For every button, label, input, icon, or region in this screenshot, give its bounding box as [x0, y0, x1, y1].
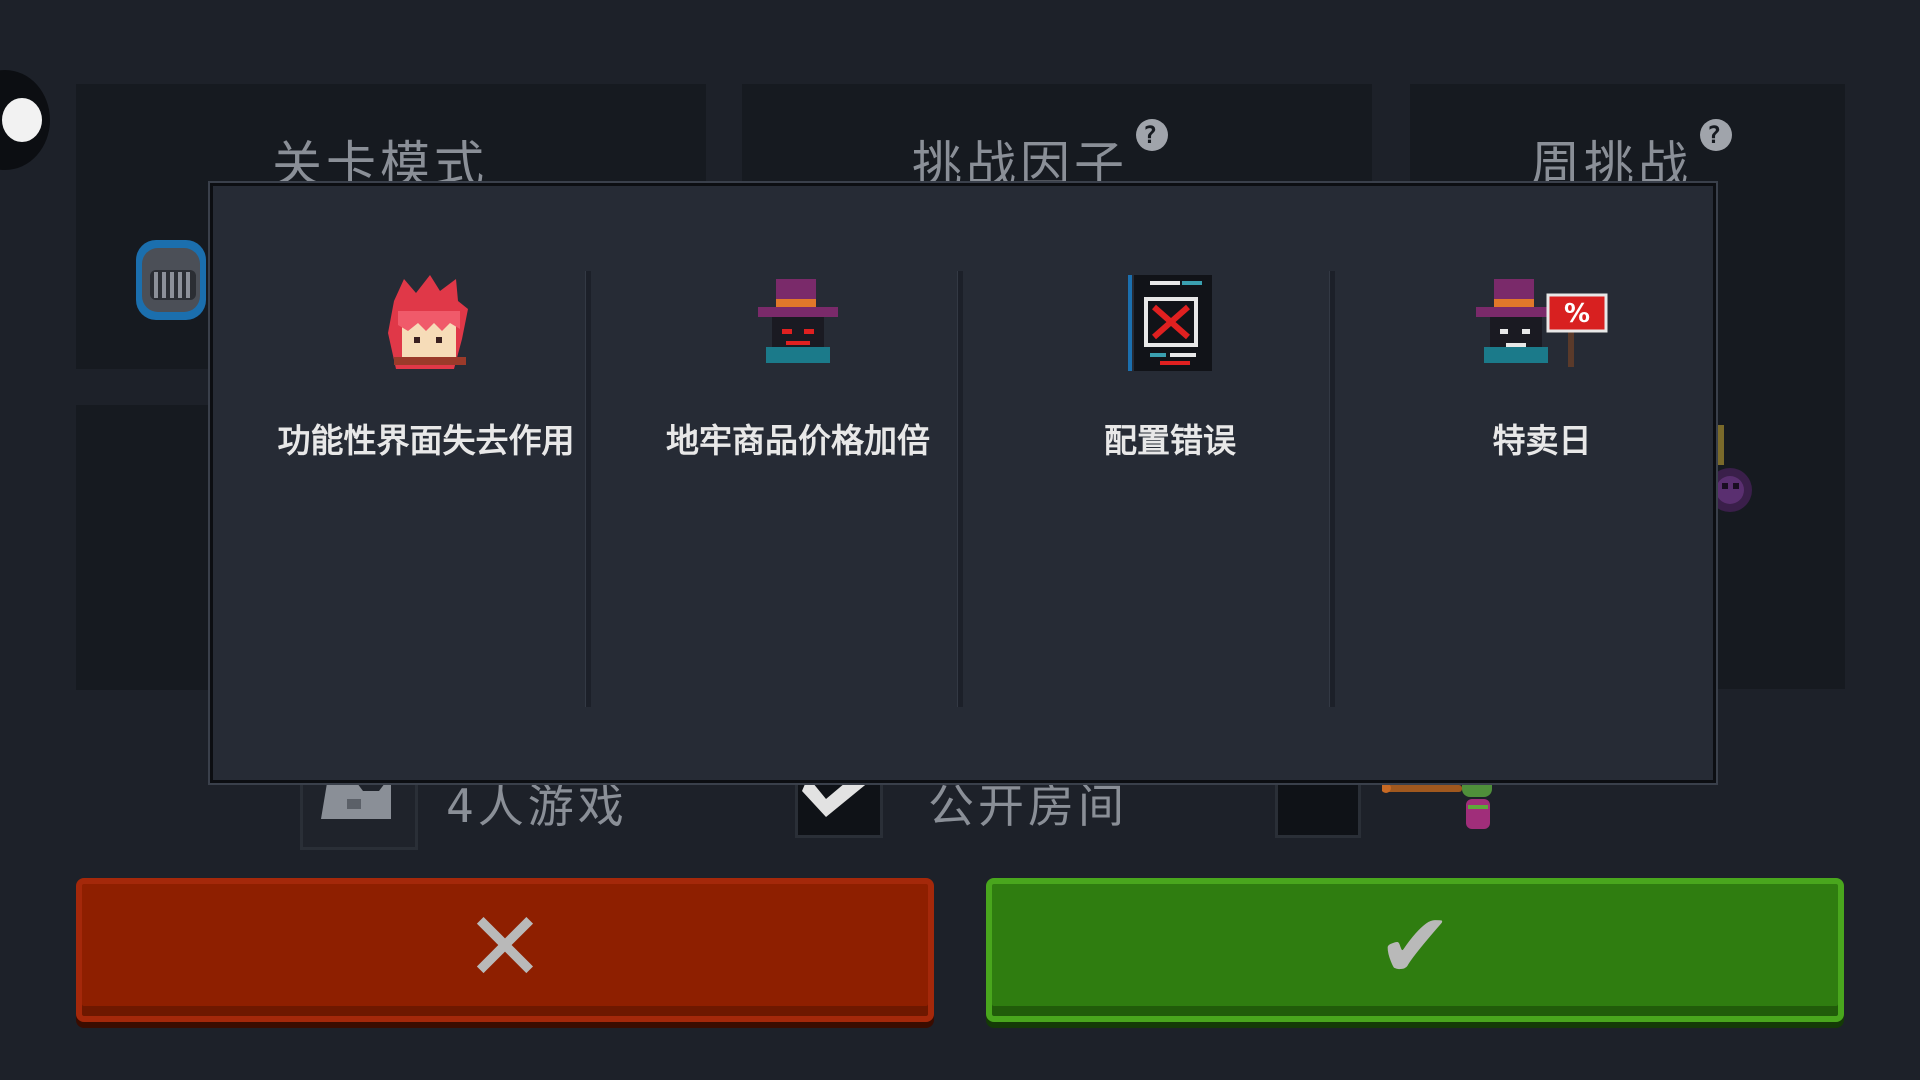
toggle-knob	[2, 98, 42, 142]
config-error-screen-icon	[1128, 275, 1212, 371]
factor-label-2: 地牢商品价格加倍	[666, 421, 930, 460]
factor-label-1: 功能性界面失去作用	[277, 421, 575, 460]
card-divider	[957, 271, 963, 707]
left-edge-toggle[interactable]	[0, 70, 50, 170]
factor-label-4: 特卖日	[1492, 421, 1592, 460]
card-divider	[1329, 271, 1335, 707]
factor-card-4[interactable]: % 特卖日	[1357, 271, 1727, 711]
factor-label-3: 配置错误	[1104, 421, 1236, 460]
challenge-factor-modal: 功能性界面失去作用 地牢商品价格加倍 配置错误 % 特卖日	[210, 183, 1716, 783]
check-icon: ✔	[1377, 894, 1453, 999]
factor-card-2[interactable]: 地牢商品价格加倍	[613, 271, 983, 711]
help-icon[interactable]: ?	[1700, 119, 1732, 151]
factor-card-1[interactable]: 功能性界面失去作用	[241, 271, 611, 711]
factor-card-3[interactable]: 配置错误	[985, 271, 1355, 711]
help-icon[interactable]: ?	[1136, 119, 1168, 151]
close-icon: ✕	[464, 891, 546, 1003]
staff-weapon-icon	[1382, 777, 1492, 829]
cancel-button[interactable]: ✕	[76, 878, 934, 1022]
merchant-sale-sign-icon: %	[1476, 279, 1608, 367]
purple-hat-merchant-angry-icon	[758, 279, 838, 363]
card-divider	[585, 271, 591, 707]
confirm-button[interactable]: ✔	[986, 878, 1844, 1022]
lower-left-panel	[76, 405, 226, 690]
svg-text:%: %	[1564, 299, 1590, 329]
red-hair-hero-icon	[388, 275, 468, 369]
knight-helmet-icon	[136, 240, 206, 320]
